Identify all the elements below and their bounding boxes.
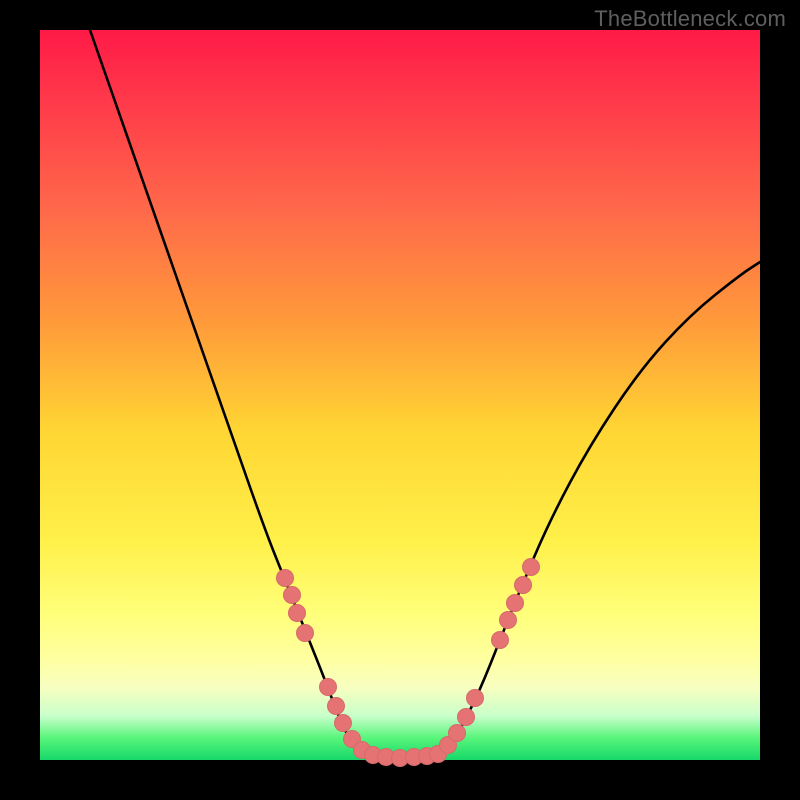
data-dot: [492, 632, 509, 649]
data-dot: [335, 715, 352, 732]
plot-area: [40, 30, 760, 760]
data-dot: [515, 577, 532, 594]
data-dot: [284, 587, 301, 604]
data-dot: [523, 559, 540, 576]
curve-svg: [40, 30, 760, 760]
data-dot: [467, 690, 484, 707]
chart-frame: TheBottleneck.com: [0, 0, 800, 800]
data-dot: [328, 698, 345, 715]
data-dot: [449, 725, 466, 742]
data-dot: [500, 612, 517, 629]
data-dot: [507, 595, 524, 612]
data-dot: [289, 605, 306, 622]
data-dots: [277, 559, 540, 767]
bottleneck-curve: [90, 30, 760, 758]
data-dot: [458, 709, 475, 726]
watermark-text: TheBottleneck.com: [594, 6, 786, 32]
data-dot: [320, 679, 337, 696]
data-dot: [277, 570, 294, 587]
data-dot: [297, 625, 314, 642]
